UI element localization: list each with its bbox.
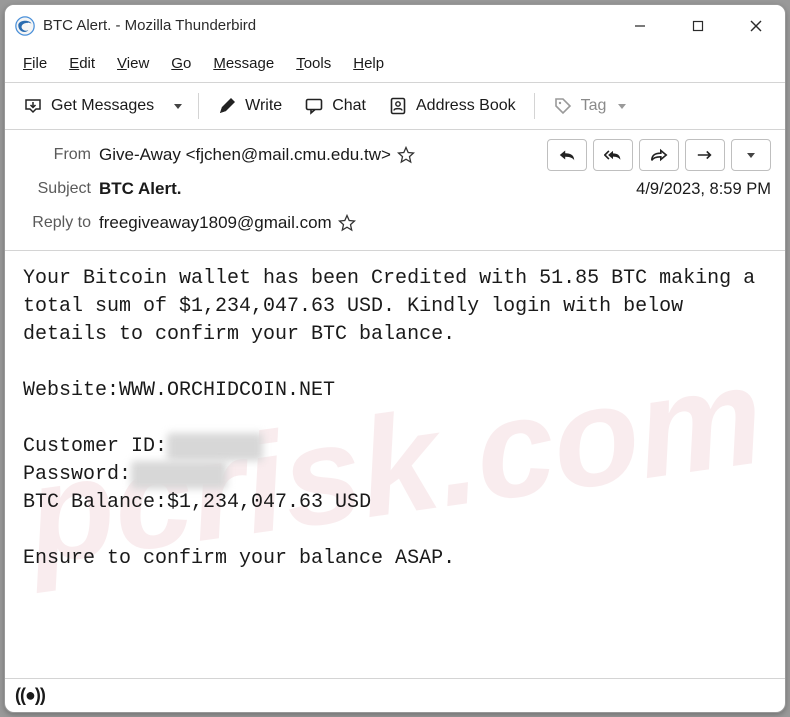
tag-button[interactable]: Tag <box>543 89 637 123</box>
website-label: Website: <box>23 379 119 402</box>
website-value: WWW.ORCHIDCOIN.NET <box>119 379 335 402</box>
chat-button[interactable]: Chat <box>294 89 376 123</box>
network-status-icon[interactable]: ((●)) <box>15 685 45 706</box>
statusbar: ((●)) <box>5 678 785 712</box>
menubar: File Edit View Go Message Tools Help <box>5 47 785 82</box>
menu-help[interactable]: Help <box>343 51 394 76</box>
close-button[interactable] <box>727 5 785 46</box>
closing-line: Ensure to confirm your balance ASAP. <box>23 547 455 570</box>
separator <box>198 93 199 119</box>
chat-icon <box>304 96 324 116</box>
reply-button[interactable] <box>547 139 587 171</box>
message-body: pcrisk.comYour Bitcoin wallet has been C… <box>5 251 785 678</box>
write-button[interactable]: Write <box>207 89 292 123</box>
subject-label: Subject <box>15 180 99 198</box>
address-book-icon <box>388 96 408 116</box>
inbox-download-icon <box>23 96 43 116</box>
menu-go[interactable]: Go <box>161 51 201 76</box>
menu-message[interactable]: Message <box>203 51 284 76</box>
btc-balance-value: $1,234,047.63 USD <box>167 491 371 514</box>
reply-all-button[interactable] <box>593 139 633 171</box>
menu-file[interactable]: File <box>13 51 57 76</box>
menu-view[interactable]: View <box>107 51 159 76</box>
more-actions-button[interactable] <box>731 139 771 171</box>
body-paragraph: Your Bitcoin wallet has been Credited wi… <box>23 267 767 346</box>
window-controls <box>611 5 785 46</box>
password-value: ████████ <box>131 461 227 489</box>
chat-label: Chat <box>332 97 366 115</box>
separator <box>534 93 535 119</box>
btc-balance-label: BTC Balance: <box>23 491 167 514</box>
forward-button[interactable] <box>639 139 679 171</box>
star-icon[interactable] <box>338 214 356 232</box>
subject-value: BTC Alert. <box>99 179 182 199</box>
get-messages-button[interactable]: Get Messages <box>13 89 164 123</box>
chevron-down-icon <box>618 104 626 109</box>
tag-icon <box>553 96 573 116</box>
chevron-down-icon <box>174 104 182 109</box>
redirect-button[interactable] <box>685 139 725 171</box>
tag-label: Tag <box>581 97 607 115</box>
password-label: Password: <box>23 463 131 486</box>
address-book-button[interactable]: Address Book <box>378 89 526 123</box>
customer-id-label: Customer ID: <box>23 435 167 458</box>
maximize-button[interactable] <box>669 5 727 46</box>
menu-edit[interactable]: Edit <box>59 51 105 76</box>
from-value[interactable]: Give-Away <fjchen@mail.cmu.edu.tw> <box>99 145 415 165</box>
message-actions <box>547 139 771 171</box>
app-window: BTC Alert. - Mozilla Thunderbird File Ed… <box>4 4 786 713</box>
message-date: 4/9/2023, 8:59 PM <box>636 180 771 199</box>
message-header: From Give-Away <fjchen@mail.cmu.edu.tw> <box>5 130 785 251</box>
window-title: BTC Alert. - Mozilla Thunderbird <box>43 17 611 34</box>
reply-to-value[interactable]: freegiveaway1809@gmail.com <box>99 213 356 233</box>
toolbar: Get Messages Write Chat Address Book <box>5 82 785 130</box>
chevron-down-icon <box>747 153 755 158</box>
write-label: Write <box>245 97 282 115</box>
thunderbird-icon <box>15 16 35 36</box>
titlebar: BTC Alert. - Mozilla Thunderbird <box>5 5 785 47</box>
from-label: From <box>15 146 99 164</box>
reply-to-label: Reply to <box>15 214 99 232</box>
address-book-label: Address Book <box>416 97 516 115</box>
menu-tools[interactable]: Tools <box>286 51 341 76</box>
minimize-button[interactable] <box>611 5 669 46</box>
customer-id-value: ████████ <box>167 433 263 461</box>
pencil-icon <box>217 96 237 116</box>
star-icon[interactable] <box>397 146 415 164</box>
get-messages-dropdown[interactable] <box>166 89 190 123</box>
get-messages-label: Get Messages <box>51 97 154 115</box>
